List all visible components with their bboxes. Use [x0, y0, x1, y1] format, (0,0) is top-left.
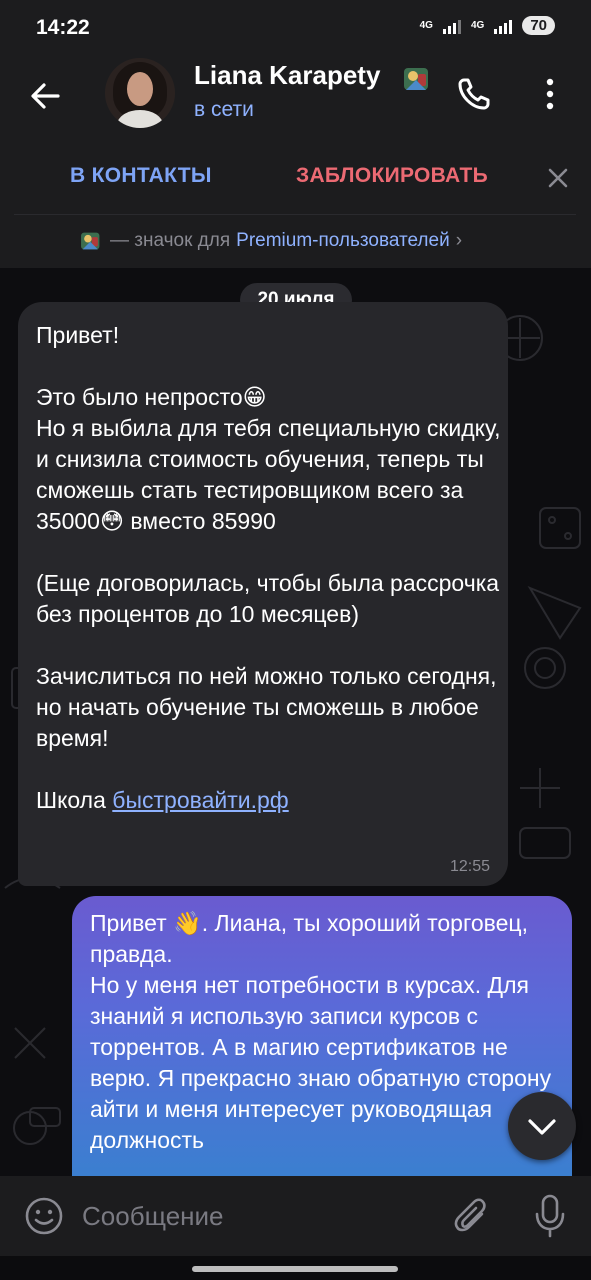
chevron-down-icon — [528, 1119, 556, 1135]
network-type-1: 4G — [419, 19, 433, 31]
status-bar: 14:22 4G 4G 70 — [0, 0, 591, 56]
incoming-message-link[interactable]: быстровайти.рф — [112, 787, 288, 813]
incoming-link-prefix: Школа — [36, 787, 113, 813]
action-bar: В КОНТАКТЫ ЗАБЛОКИРОВАТЬ — значок для Pr… — [0, 136, 591, 268]
emoji-button[interactable] — [24, 1196, 64, 1236]
voice-record-button[interactable] — [532, 1192, 568, 1240]
home-indicator[interactable] — [192, 1266, 398, 1272]
battery-icon: 70 — [522, 16, 555, 35]
outgoing-message[interactable]: Привет 👋. Лиана, ты хороший торговец, пр… — [72, 896, 572, 1176]
close-icon — [548, 168, 568, 188]
avatar-face — [127, 72, 153, 106]
contact-name[interactable]: Liana Karapety — [194, 60, 390, 91]
chevron-right-icon: › — [455, 230, 463, 251]
premium-note-prefix: — значок для — [110, 230, 231, 251]
outgoing-message-text: Привет 👋. Лиана, ты хороший торговец, пр… — [90, 910, 552, 1153]
incoming-message-text: Привет! Это было непросто😁 Но я выбила д… — [36, 320, 506, 816]
message-input[interactable]: Сообщение — [82, 1192, 422, 1240]
back-button[interactable] — [24, 74, 68, 118]
smile-icon — [25, 1197, 63, 1235]
premium-emoji-status-icon[interactable] — [400, 62, 434, 96]
status-icons: 4G 4G 70 — [420, 16, 555, 35]
arrow-left-icon — [31, 83, 60, 109]
paperclip-icon — [454, 1198, 486, 1232]
call-button[interactable] — [452, 72, 496, 116]
message-input-bar: Сообщение — [0, 1176, 591, 1256]
premium-link[interactable]: Premium-пользователей — [236, 230, 450, 252]
status-time: 14:22 — [36, 16, 90, 39]
close-action-bar-button[interactable] — [544, 164, 572, 192]
avatar[interactable] — [105, 58, 175, 128]
contact-status: в сети — [194, 98, 254, 121]
network-type-2: 4G — [470, 19, 485, 31]
add-contact-button[interactable]: В КОНТАКТЫ — [70, 164, 212, 188]
scroll-to-bottom-button[interactable] — [508, 1092, 576, 1160]
phone-icon — [458, 78, 490, 110]
incoming-message[interactable]: Привет! Это было непросто😁 Но я выбила д… — [18, 302, 508, 886]
premium-note[interactable]: — значок для Premium-пользователей › — [78, 228, 462, 254]
more-vertical-icon — [546, 78, 554, 110]
block-button[interactable]: ЗАБЛОКИРОВАТЬ — [296, 164, 488, 188]
microphone-icon — [535, 1194, 565, 1238]
premium-emoji-icon — [81, 232, 100, 250]
signal-icon-2 — [494, 18, 513, 34]
chat-header: Liana Karapety в сети — [0, 56, 591, 136]
message-time: 12:55 — [449, 858, 490, 875]
incoming-message-body: Привет! Это было непросто😁 Но я выбила д… — [36, 322, 501, 751]
more-menu-button[interactable] — [532, 72, 568, 116]
attach-button[interactable] — [452, 1194, 492, 1238]
signal-icon — [442, 18, 461, 34]
divider — [14, 214, 576, 215]
